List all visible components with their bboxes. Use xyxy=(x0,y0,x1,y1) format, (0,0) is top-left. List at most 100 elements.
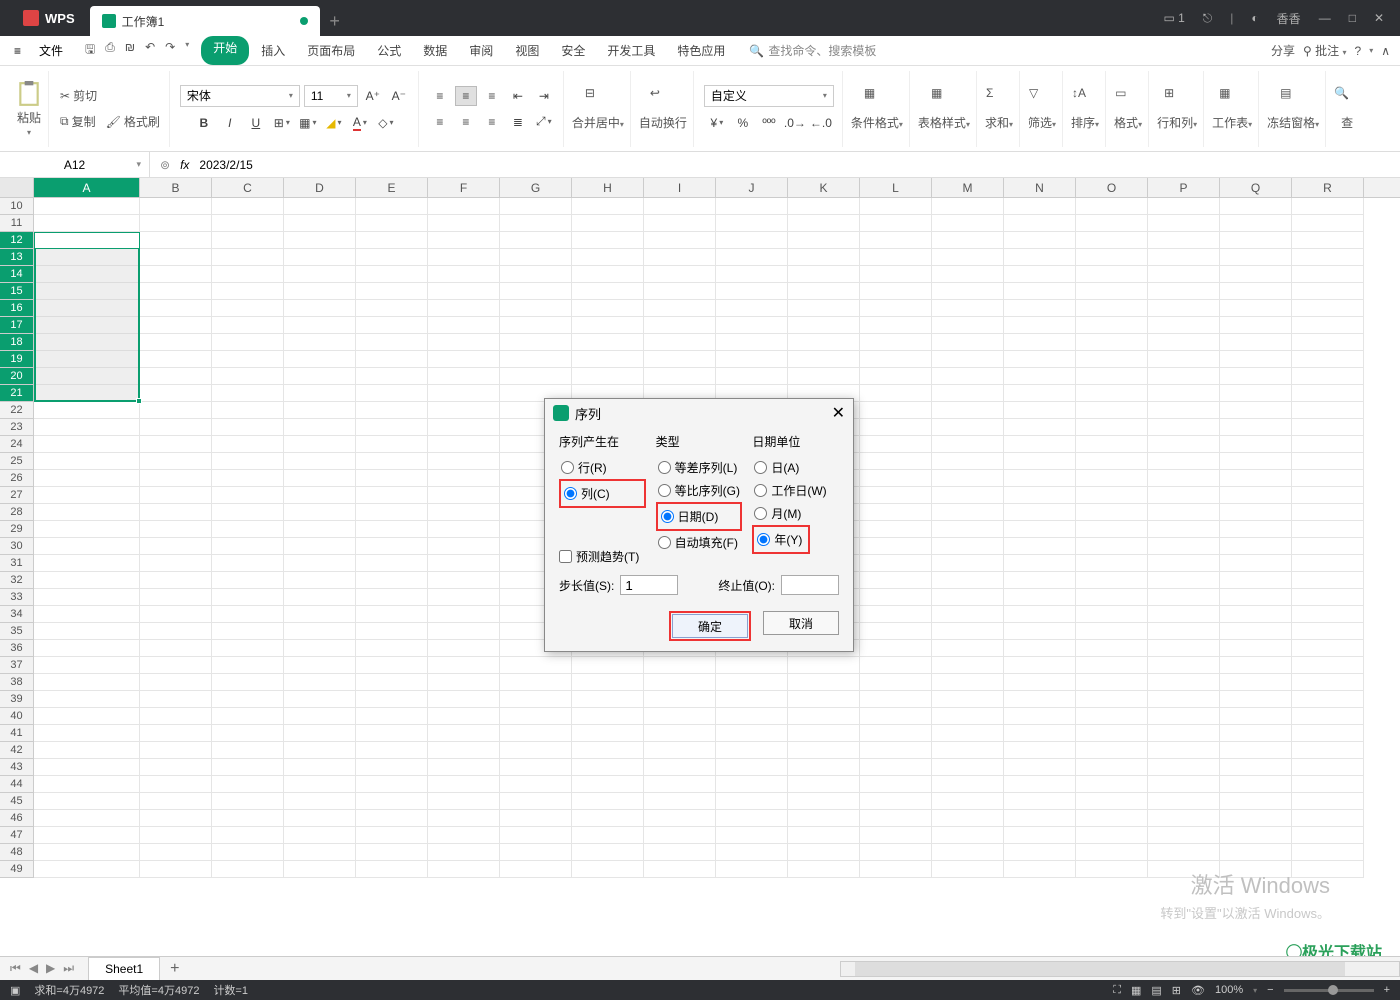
tab-layout[interactable]: 页面布局 xyxy=(297,36,365,65)
row-header[interactable]: 28 xyxy=(0,504,34,521)
cell[interactable] xyxy=(932,453,1004,470)
cell[interactable] xyxy=(140,436,212,453)
cell[interactable] xyxy=(716,725,788,742)
cell[interactable] xyxy=(1220,334,1292,351)
cell[interactable] xyxy=(212,827,284,844)
cell[interactable] xyxy=(1076,538,1148,555)
cell[interactable] xyxy=(932,351,1004,368)
cell[interactable] xyxy=(1292,266,1364,283)
radio-col[interactable]: 列(C) xyxy=(562,482,643,505)
cell[interactable] xyxy=(716,674,788,691)
cell[interactable] xyxy=(860,708,932,725)
cell[interactable] xyxy=(140,623,212,640)
cell[interactable] xyxy=(34,266,140,283)
cell[interactable] xyxy=(1076,589,1148,606)
cell[interactable] xyxy=(34,640,140,657)
cell[interactable] xyxy=(932,861,1004,878)
cell[interactable] xyxy=(1292,810,1364,827)
cell[interactable] xyxy=(1292,419,1364,436)
cell[interactable] xyxy=(788,215,860,232)
number-format-select[interactable]: 自定义▾ xyxy=(704,85,834,107)
cell[interactable] xyxy=(428,776,500,793)
cell[interactable] xyxy=(716,657,788,674)
cell[interactable] xyxy=(356,249,428,266)
cell[interactable] xyxy=(1004,691,1076,708)
cell[interactable] xyxy=(34,453,140,470)
cell[interactable] xyxy=(1220,351,1292,368)
cell[interactable] xyxy=(860,844,932,861)
collapse-ribbon-icon[interactable]: ∧ xyxy=(1381,44,1390,58)
view-page-icon[interactable]: ▤ xyxy=(1151,984,1161,997)
cell[interactable] xyxy=(788,725,860,742)
cell[interactable] xyxy=(34,827,140,844)
col-header[interactable]: N xyxy=(1004,178,1076,197)
cell[interactable] xyxy=(428,300,500,317)
cell[interactable] xyxy=(140,810,212,827)
row-header[interactable]: 34 xyxy=(0,606,34,623)
cell[interactable] xyxy=(428,436,500,453)
help-icon[interactable]: ? xyxy=(1355,44,1362,58)
cell[interactable] xyxy=(500,759,572,776)
cell[interactable] xyxy=(428,742,500,759)
cell[interactable] xyxy=(284,810,356,827)
cell[interactable] xyxy=(1148,657,1220,674)
cell[interactable] xyxy=(1220,640,1292,657)
cell[interactable] xyxy=(860,470,932,487)
cell[interactable] xyxy=(932,334,1004,351)
cell[interactable] xyxy=(932,385,1004,402)
cell[interactable] xyxy=(428,453,500,470)
cell[interactable] xyxy=(1292,793,1364,810)
sheet-next-icon[interactable]: ▶ xyxy=(46,961,55,976)
cell[interactable] xyxy=(572,351,644,368)
cell[interactable] xyxy=(284,640,356,657)
cell[interactable] xyxy=(932,793,1004,810)
cell[interactable] xyxy=(140,572,212,589)
cell[interactable] xyxy=(788,198,860,215)
cell[interactable] xyxy=(716,351,788,368)
cell[interactable] xyxy=(1076,861,1148,878)
cell[interactable] xyxy=(1220,555,1292,572)
cell[interactable] xyxy=(860,317,932,334)
theme-icon[interactable]: ⎋ xyxy=(1203,11,1213,26)
row-header[interactable]: 14 xyxy=(0,266,34,283)
new-tab-button[interactable]: + xyxy=(320,6,350,36)
cell[interactable] xyxy=(788,759,860,776)
zoom-slider[interactable] xyxy=(1284,989,1374,992)
cell[interactable] xyxy=(1076,334,1148,351)
cell[interactable] xyxy=(284,453,356,470)
cell[interactable] xyxy=(428,351,500,368)
tab-home[interactable]: 开始 xyxy=(201,36,249,65)
cell[interactable] xyxy=(1004,385,1076,402)
cell[interactable] xyxy=(356,861,428,878)
cell[interactable] xyxy=(1076,232,1148,249)
cell[interactable] xyxy=(788,657,860,674)
cell[interactable] xyxy=(428,844,500,861)
dialog-close-icon[interactable]: ✕ xyxy=(832,403,845,423)
cell[interactable] xyxy=(644,300,716,317)
align-right-icon[interactable]: ≡ xyxy=(481,112,503,132)
cell[interactable] xyxy=(212,334,284,351)
row-header[interactable]: 11 xyxy=(0,215,34,232)
sort-button[interactable]: ↕A排序▾ xyxy=(1071,86,1099,131)
cell[interactable] xyxy=(860,283,932,300)
cell[interactable] xyxy=(572,708,644,725)
cell[interactable] xyxy=(356,419,428,436)
tab-special[interactable]: 特色应用 xyxy=(667,36,735,65)
cond-format-button[interactable]: ▦条件格式▾ xyxy=(851,86,903,131)
cell[interactable] xyxy=(572,300,644,317)
cell[interactable] xyxy=(140,708,212,725)
row-header[interactable]: 23 xyxy=(0,419,34,436)
row-header[interactable]: 32 xyxy=(0,572,34,589)
cell[interactable] xyxy=(284,759,356,776)
cell[interactable] xyxy=(284,266,356,283)
cell[interactable] xyxy=(1148,351,1220,368)
zoom-out-icon[interactable]: − xyxy=(1267,984,1273,996)
row-header[interactable]: 10 xyxy=(0,198,34,215)
cell[interactable] xyxy=(500,215,572,232)
cell[interactable] xyxy=(428,419,500,436)
cell[interactable] xyxy=(428,606,500,623)
cell[interactable] xyxy=(1076,555,1148,572)
col-header[interactable]: P xyxy=(1148,178,1220,197)
row-header[interactable]: 17 xyxy=(0,317,34,334)
redo-icon[interactable]: ↷ xyxy=(165,40,175,61)
